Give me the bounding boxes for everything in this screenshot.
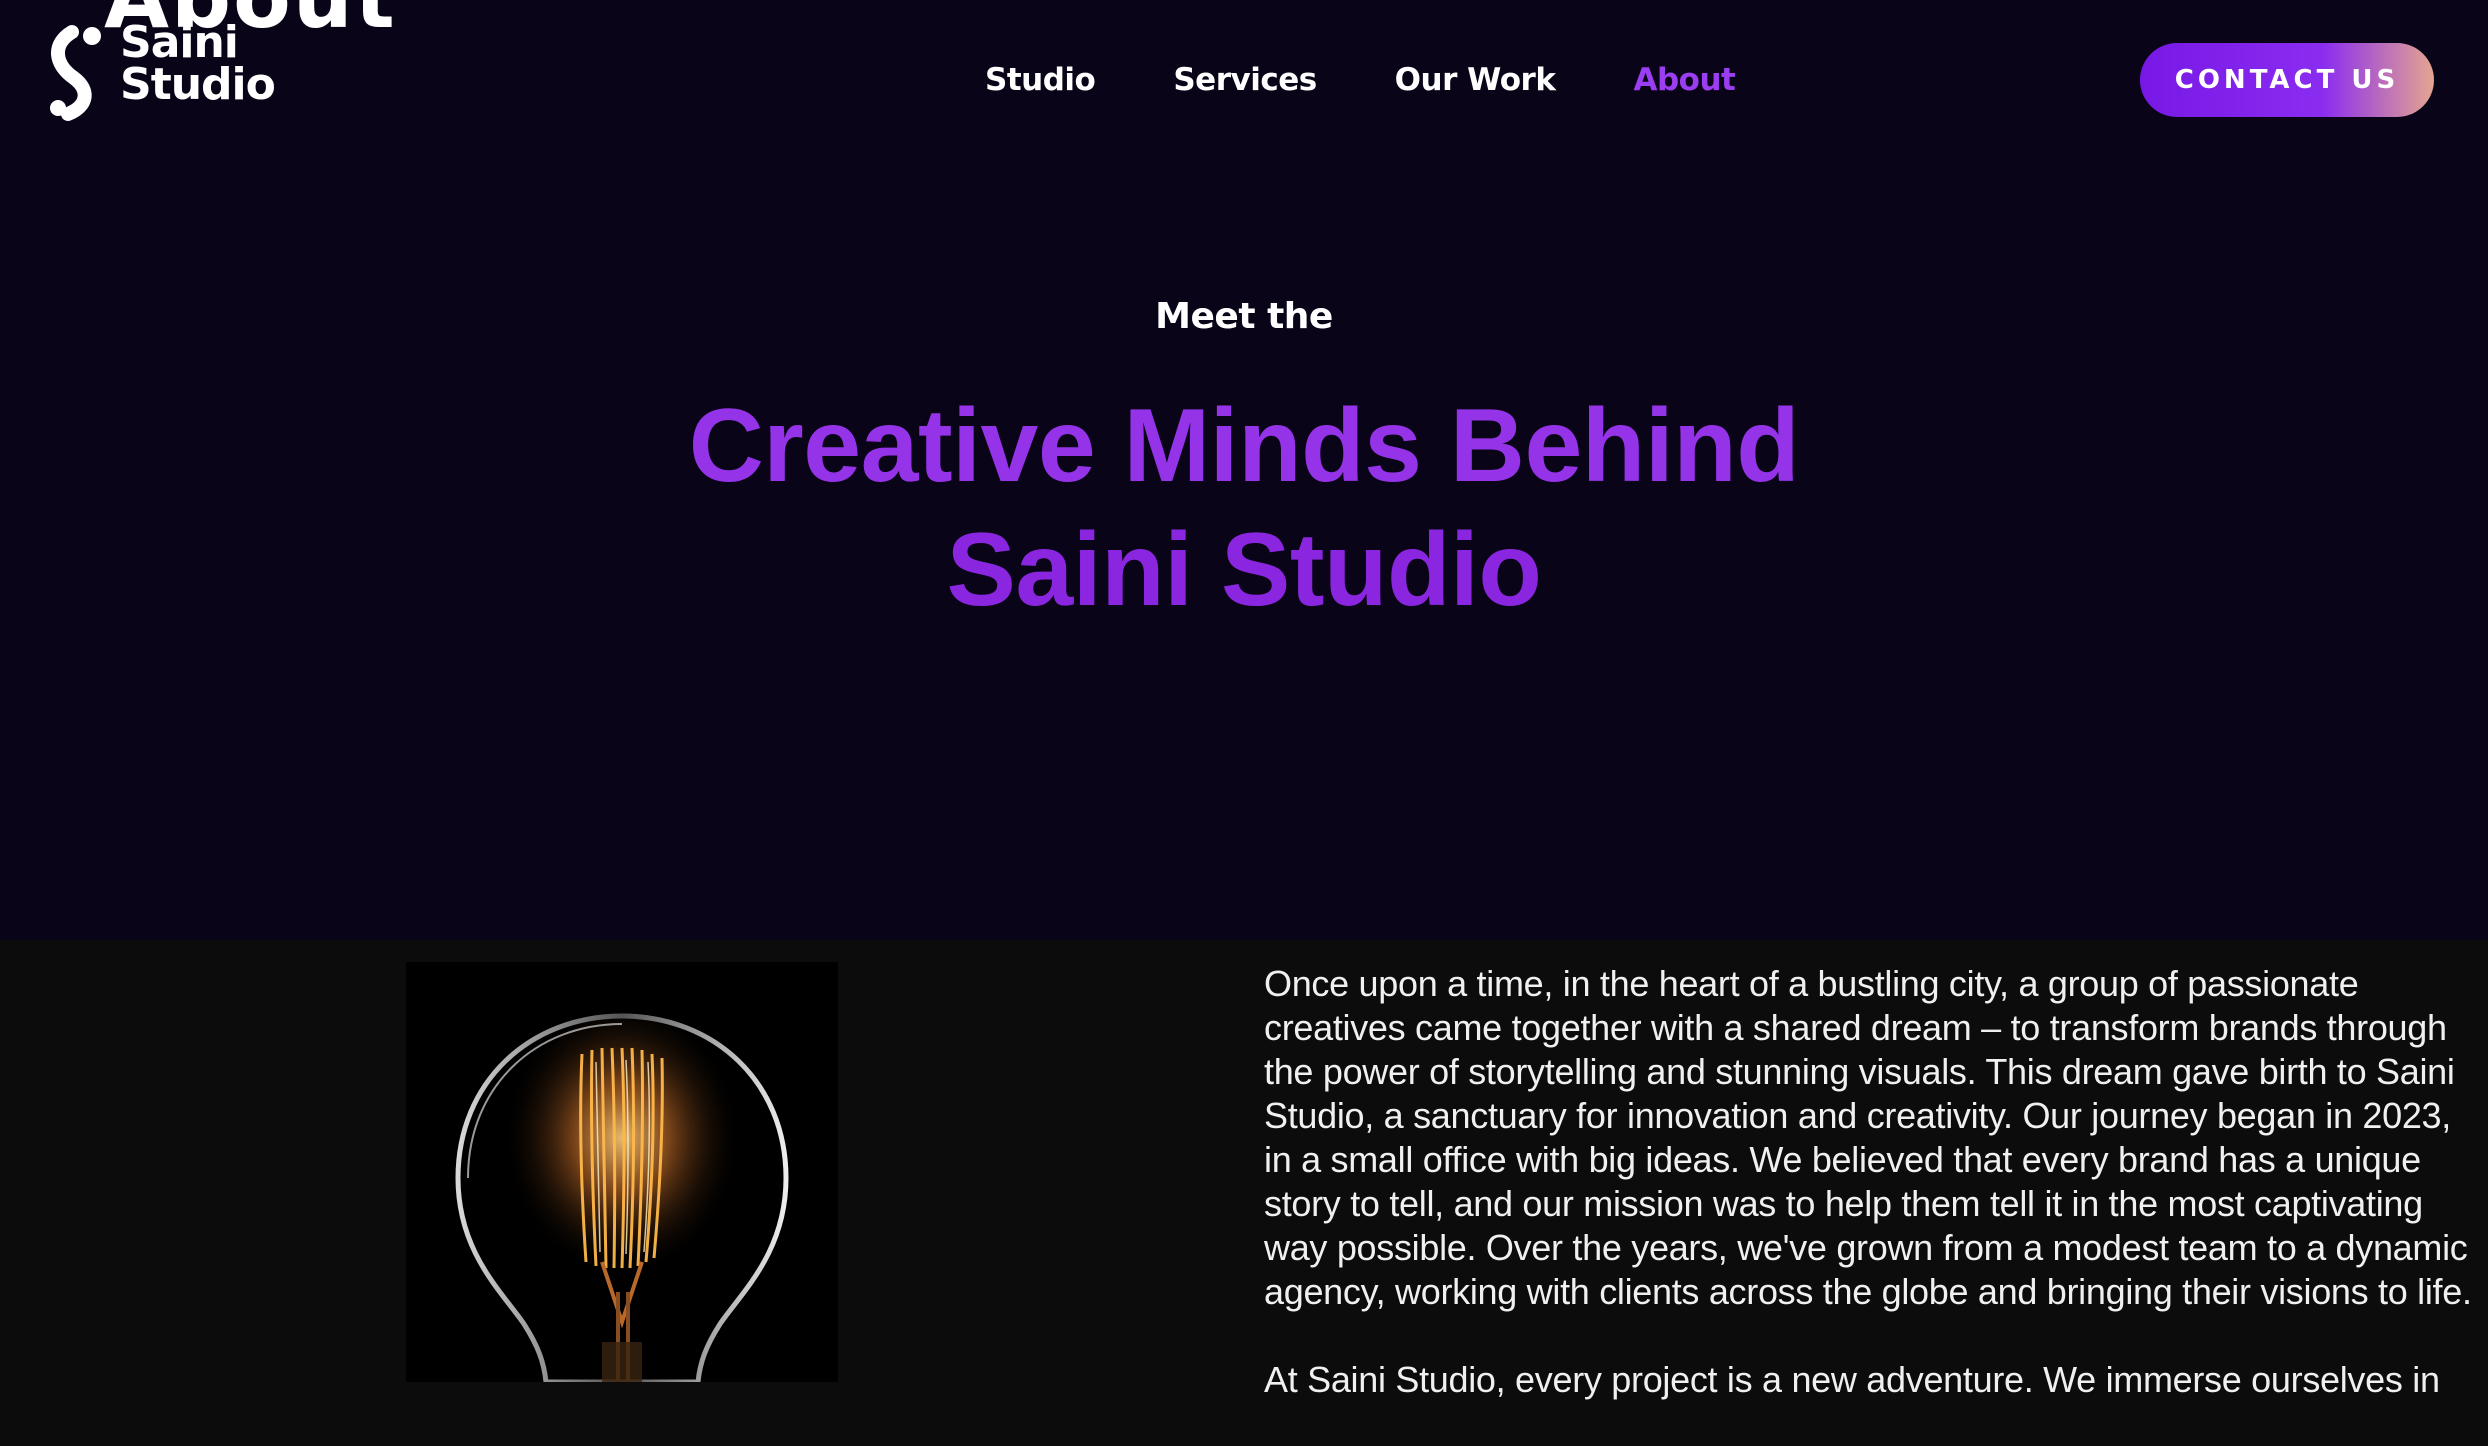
contact-us-button[interactable]: CONTACT US (2140, 43, 2434, 117)
logo-line-1: Saini (120, 17, 239, 68)
nav-our-work[interactable]: Our Work (1395, 56, 1556, 104)
light-bulb-image (406, 962, 838, 1382)
story-paragraph-2: At Saini Studio, every project is a new … (1264, 1359, 2440, 1400)
logo-line-2: Studio (120, 59, 276, 110)
hero-headline-line-1: Creative Minds Behind (688, 388, 1800, 504)
nav-services[interactable]: Services (1173, 56, 1317, 104)
logo-s-mark-icon (50, 25, 101, 121)
nav-studio[interactable]: Studio (985, 56, 1096, 104)
nav-about[interactable]: About (1633, 56, 1735, 104)
light-bulb-icon (455, 1012, 789, 1382)
hero-section: About Saini Studio Studio Services Our W… (0, 0, 2488, 940)
hero-headline: Creative Minds Behind Saini Studio (0, 384, 2488, 632)
story-section: Once upon a time, in the heart of a bust… (0, 940, 2488, 1400)
hero-headline-line-2: Saini Studio (946, 512, 1542, 628)
main-nav: Studio Services Our Work About (985, 56, 1736, 104)
hero-eyebrow: Meet the (1155, 296, 1333, 337)
logo-wordmark: Saini Studio (120, 17, 276, 110)
saini-studio-logo[interactable]: Saini Studio (44, 17, 304, 122)
story-text: Once upon a time, in the heart of a bust… (1264, 962, 2474, 1446)
story-paragraph-1: Once upon a time, in the heart of a bust… (1264, 963, 2472, 1312)
